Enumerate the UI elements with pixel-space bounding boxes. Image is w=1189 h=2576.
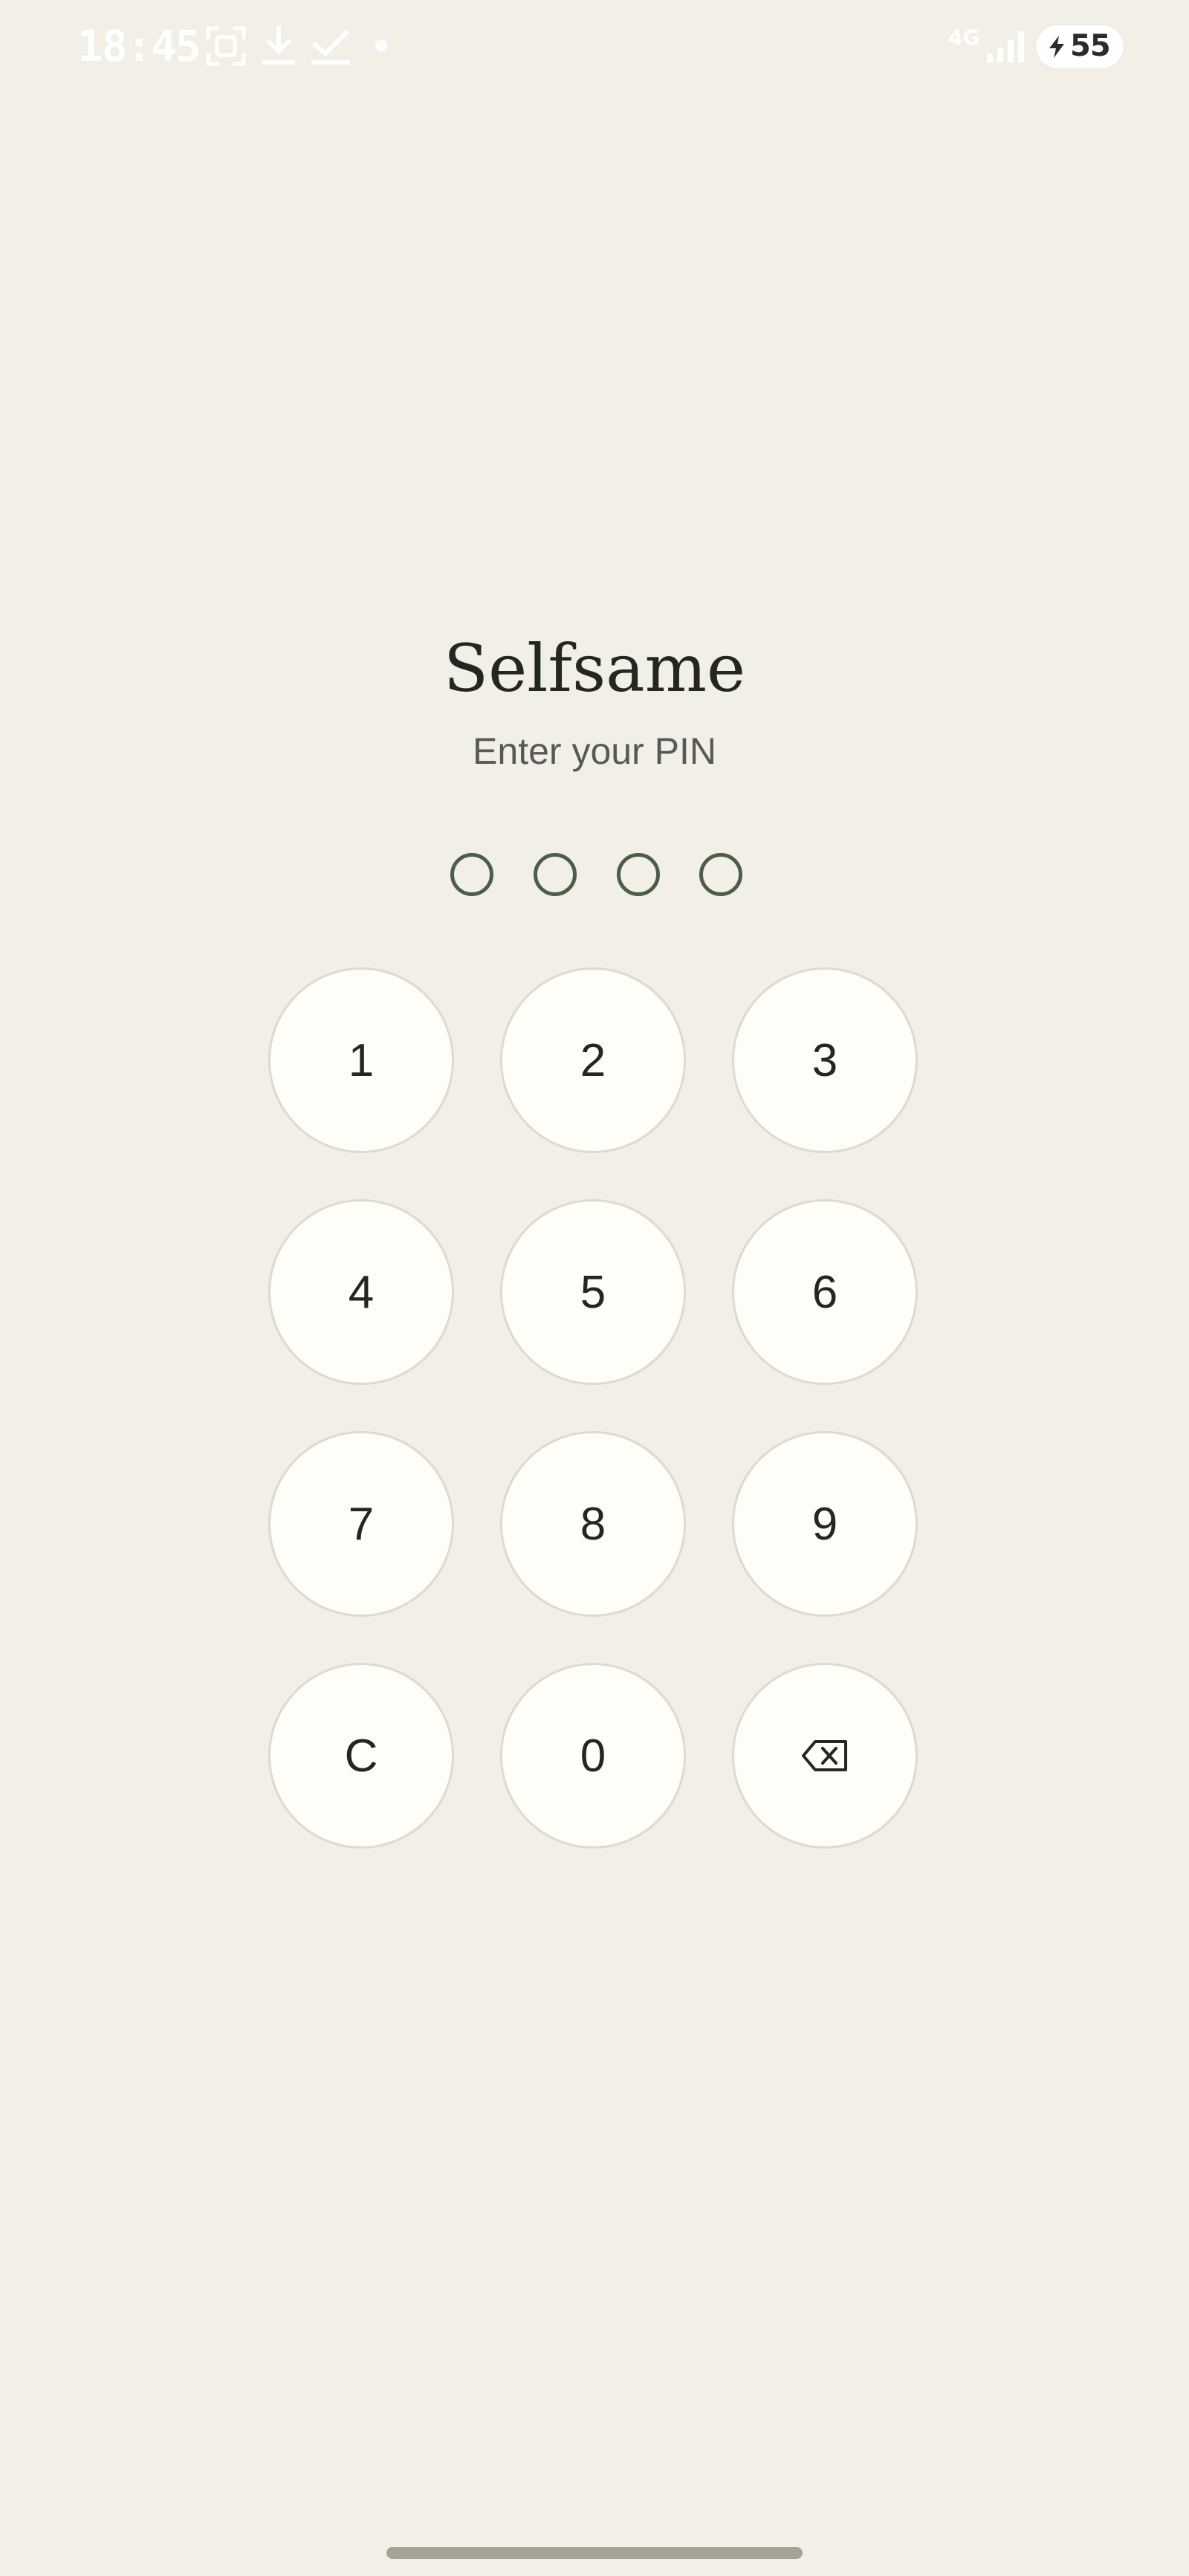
notification-dot-icon [375, 39, 387, 51]
key-label: 3 [811, 1034, 838, 1086]
key-label: 0 [580, 1730, 606, 1782]
key-label: 2 [580, 1034, 606, 1086]
signal-icon [987, 31, 1024, 62]
pin-indicator [0, 853, 1189, 896]
status-time: 18:45 [77, 21, 201, 71]
pin-keypad: 1 2 3 4 5 6 7 8 9 C 0 [0, 0, 1189, 2576]
clear-button[interactable]: C [268, 1663, 454, 1849]
check-icon [311, 29, 350, 65]
key-3[interactable]: 3 [732, 967, 918, 1153]
status-bar: 18:45 4G 55 [0, 0, 1189, 92]
backspace-button[interactable] [732, 1663, 918, 1849]
key-label: C [344, 1730, 378, 1782]
key-9[interactable]: 9 [732, 1431, 918, 1617]
key-5[interactable]: 5 [500, 1199, 686, 1385]
key-6[interactable]: 6 [732, 1199, 918, 1385]
network-type: 4G [948, 25, 980, 50]
screenshot-icon [206, 26, 246, 66]
key-4[interactable]: 4 [268, 1199, 454, 1385]
pin-dot [534, 853, 577, 896]
download-icon [262, 26, 295, 65]
key-7[interactable]: 7 [268, 1431, 454, 1617]
key-label: 8 [580, 1498, 606, 1550]
charging-bolt-icon [1049, 36, 1064, 58]
battery-level: 55 [1070, 29, 1111, 63]
key-label: 4 [348, 1266, 375, 1318]
pin-dot [450, 853, 493, 896]
pin-prompt: Enter your PIN [473, 730, 716, 772]
battery-indicator: 55 [1036, 25, 1124, 68]
key-1[interactable]: 1 [268, 967, 454, 1153]
key-label: 9 [811, 1498, 838, 1550]
key-label: 6 [811, 1266, 838, 1318]
key-label: 7 [348, 1498, 375, 1550]
backspace-icon [802, 1740, 847, 1771]
key-8[interactable]: 8 [500, 1431, 686, 1617]
key-0[interactable]: 0 [500, 1663, 686, 1849]
pin-dot [617, 853, 660, 896]
home-indicator[interactable] [386, 2547, 803, 2559]
app-title: Selfsame [443, 630, 746, 707]
key-label: 1 [348, 1034, 375, 1086]
key-label: 5 [580, 1266, 606, 1318]
key-2[interactable]: 2 [500, 967, 686, 1153]
pin-dot [699, 853, 742, 896]
